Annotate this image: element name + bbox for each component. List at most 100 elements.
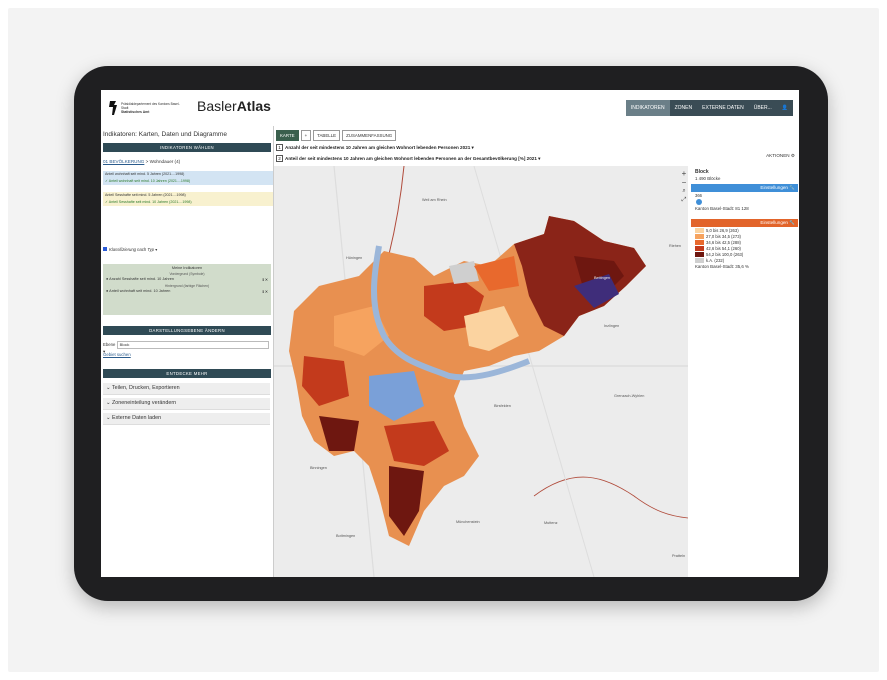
accordion-share[interactable]: ⌄ Teilen, Drucken, Exportieren: [103, 383, 270, 395]
discover-more-bar[interactable]: ENTDECKE MEHR: [103, 369, 271, 378]
indicator-text: Anteil der seit mindestens 10 Jahren am …: [285, 156, 541, 161]
top-nav: INDIKATOREN ZONEN EXTERNE DATEN ÜBER... …: [625, 100, 793, 116]
breadcrumb-current: > Wohndauer (4): [144, 159, 181, 164]
indicator-item[interactable]: ✓ Anteil Sesshafte seit mind. 10 Jahren …: [103, 199, 273, 206]
legend-class: k.A. (232): [695, 258, 799, 263]
tab-zusammenfassung[interactable]: ZUSAMMENFASSUNG: [342, 130, 397, 141]
tab-karte[interactable]: KARTE: [276, 130, 299, 141]
swatch: [695, 228, 704, 233]
indicator-item[interactable]: Anteil wohnhaft seit mind. 5 Jahren (202…: [103, 171, 273, 178]
zoom-in-button[interactable]: +: [679, 169, 689, 178]
level-select[interactable]: Block: [116, 341, 269, 349]
swatch: [695, 246, 704, 251]
place-label: Bottmingen: [336, 534, 356, 538]
indicator-item[interactable]: ✓ Anteil wohnhaft seit mind. 10 Jahren (…: [103, 178, 273, 185]
swatch: [695, 240, 704, 245]
indicator-2-title[interactable]: 2 Anteil der seit mindestens 10 Jahren am…: [276, 155, 540, 162]
swatch: [695, 258, 704, 263]
place-label: Muttenz: [544, 521, 558, 525]
indicator-1-title[interactable]: 1 Anzahl der seit mindestens 10 Jahren am…: [276, 144, 474, 151]
remove-icon[interactable]: ℹ ✕: [262, 277, 268, 282]
indicators-bar[interactable]: INDIKATOREN WÄHLEN: [103, 143, 271, 152]
class-label: k.A. (232): [706, 258, 725, 263]
legend-class: 54,2 bis 100,0 (263): [695, 252, 799, 257]
brand-bold: Atlas: [236, 98, 271, 114]
breadcrumb: 01 BEVÖLKERUNG > Wohndauer (4): [103, 159, 180, 164]
class-label: 5,0 bis 26,9 (263): [706, 228, 739, 233]
map-canvas: [274, 166, 688, 577]
left-panel: Indikatoren: Karten, Daten und Diagramme…: [101, 126, 274, 577]
legend-level: Block: [695, 169, 709, 175]
panel-title: Indikatoren: Karten, Daten und Diagramme: [103, 131, 227, 138]
legend-class: 27,0 bis 34,5 (273): [695, 234, 799, 239]
choropleth-map[interactable]: Weil am Rhein Hüningen Inzlingen Birsfel…: [274, 166, 688, 577]
add-map-button[interactable]: +: [300, 130, 312, 141]
legend-class: 42,6 bis 54,1 (260): [695, 246, 799, 251]
tab-tabelle[interactable]: TABELLE: [313, 130, 341, 141]
background-indicator-row[interactable]: ● Anteil wohnhaft seit mind. 10 Jahren ℹ …: [106, 289, 268, 294]
place-label: Riehen: [669, 244, 682, 248]
foreground-indicator: Anzahl Sesshafte seit mind. 10 Jahren: [109, 277, 174, 281]
accordion-external-data[interactable]: ⌄ Externe Daten laden: [103, 413, 270, 425]
nav-zonen[interactable]: ZONEN: [670, 100, 698, 116]
office-line: Statistisches Amt: [121, 110, 150, 114]
symbol-legend: 366: [695, 193, 799, 198]
accordion-label: Zoneneinteilung verändern: [112, 400, 177, 406]
settings-button-2[interactable]: Einstellungen 🔧: [691, 219, 798, 227]
department-line: Präsidialdepartement des Kantons Basel-S…: [121, 102, 180, 110]
legend-panel: Block 1 490 Blöcke Einstellungen 🔧 366 K…: [690, 166, 799, 577]
legend-total: Kanton Basel-Stadt: 81 128: [695, 206, 749, 211]
my-indicators-box: Meine Indikatoren Vordergrund (Symbole) …: [103, 264, 271, 315]
fullscreen-icon[interactable]: ⤢: [679, 196, 689, 205]
class-label: 34,6 bis 42,5 (288): [706, 240, 741, 245]
legend-class: 34,6 bis 42,5 (288): [695, 240, 799, 245]
checkbox-icon[interactable]: [103, 247, 107, 251]
classification-checkbox[interactable]: Klassifizierung nach Typ ▾: [103, 247, 157, 252]
class-label: 42,6 bis 54,1 (260): [706, 246, 741, 251]
brand-light: Basler: [197, 98, 237, 114]
breadcrumb-link[interactable]: 01 BEVÖLKERUNG: [103, 159, 144, 164]
nav-indikatoren[interactable]: INDIKATOREN: [625, 100, 670, 116]
map-zoom-controls: + − ⌕ ⤢: [679, 169, 689, 205]
search-area-link[interactable]: Gebiet suchen: [103, 352, 131, 357]
indicator-number: 2: [276, 155, 283, 162]
eye-icon[interactable]: ●: [106, 289, 108, 293]
zoom-out-button[interactable]: −: [679, 178, 689, 187]
accordion-zones[interactable]: ⌄ Zoneneinteilung verändern: [103, 398, 270, 410]
class-label: 27,0 bis 34,5 (273): [706, 234, 741, 239]
legend-class: 5,0 bis 26,9 (263): [695, 228, 799, 233]
foreground-indicator-row[interactable]: ● Anzahl Sesshafte seit mind. 10 Jahren ℹ…: [106, 277, 268, 282]
brand-logo[interactable]: BaslerAtlas: [197, 98, 271, 114]
basel-logo-icon: [109, 101, 117, 115]
place-label: Pratteln: [672, 554, 686, 558]
main-area: KARTE + TABELLE ZUSAMMENFASSUNG 1 Anzahl …: [274, 126, 799, 577]
search-icon[interactable]: ⌕: [679, 187, 689, 196]
place-label: Weil am Rhein: [422, 198, 447, 202]
place-label: Grenzach-Wyhlen: [614, 394, 645, 398]
indicator-number: 1: [276, 144, 283, 151]
legend-count: 1 490 Blöcke: [695, 176, 721, 181]
actions-button[interactable]: AKTIONEN ⚙: [766, 153, 795, 159]
remove-icon[interactable]: ℹ ✕: [262, 289, 268, 294]
foreground-label: Vordergrund (Symbole): [169, 272, 205, 276]
eye-icon[interactable]: ●: [106, 277, 108, 281]
indicator-item[interactable]: Anteil Sesshafte seit mind. 5 Jahren (20…: [103, 192, 273, 199]
app-header: Präsidialdepartement des Kantons Basel-S…: [101, 90, 799, 127]
swatch: [695, 234, 704, 239]
class-label: 54,2 bis 100,0 (263): [706, 252, 744, 257]
checkbox-label: Klassifizierung nach Typ: [109, 247, 155, 252]
place-label: Münchenstein: [456, 520, 480, 524]
settings-button-1[interactable]: Einstellungen 🔧: [691, 184, 798, 192]
nav-ueber[interactable]: ÜBER...: [749, 100, 777, 116]
legend-total: Kanton Basel-Stadt: 35,6 %: [695, 264, 749, 269]
my-indicators-title: Meine Indikatoren: [171, 266, 203, 270]
nav-externe-daten[interactable]: EXTERNE DATEN: [697, 100, 749, 116]
place-label: Binningen: [310, 466, 327, 470]
place-label: Hüningen: [346, 256, 363, 260]
accordion-label: Externe Daten laden: [112, 415, 162, 421]
place-label: Inzlingen: [604, 324, 620, 328]
display-level-bar[interactable]: DARSTELLUNGSEBENE ÄNDERN: [103, 326, 271, 335]
place-label: Birsfelden: [494, 404, 511, 408]
user-icon[interactable]: 👤: [777, 100, 793, 116]
indicator-text: Anzahl der seit mindestens 10 Jahren am …: [285, 145, 474, 150]
